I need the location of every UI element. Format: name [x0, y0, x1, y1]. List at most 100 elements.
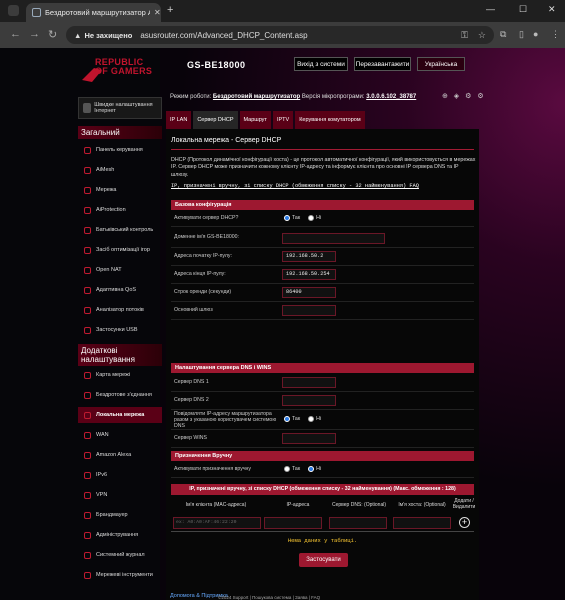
sidebar-item-lan[interactable]: Локальна мережа	[78, 407, 162, 423]
faq-link[interactable]: IP, призначені вручну, зі списку DHCP (о…	[171, 183, 419, 189]
vpn-icon	[84, 491, 91, 499]
host-input[interactable]	[393, 517, 451, 529]
tab-route[interactable]: Маршрут	[239, 111, 271, 129]
sidebar-item-ipv6[interactable]: IPv6	[78, 467, 162, 483]
maximize-icon[interactable]: ☐	[519, 4, 527, 15]
lan-icon	[84, 411, 91, 419]
dns1-row: Сервер DNS 1	[171, 374, 474, 392]
sidebar-item-parental[interactable]: Батьківський контроль	[78, 222, 162, 238]
new-tab-icon[interactable]: +	[167, 4, 173, 16]
sidebar-item-firewall[interactable]: Брандмауер	[78, 507, 162, 523]
sidebar-item-wireless[interactable]: Бездротове з'єднання	[78, 387, 162, 403]
sidepanel-icon[interactable]: ▯	[519, 29, 524, 40]
sidebar-item-usb[interactable]: Застосунки USB	[78, 322, 162, 338]
sidebar-item-syslog[interactable]: Системний журнал	[78, 547, 162, 563]
sidebar-item-label: Карта мережі	[96, 372, 131, 378]
extensions-icon[interactable]: ⧉	[500, 29, 506, 40]
tab-dhcp-server[interactable]: Сервер DHCP	[193, 111, 238, 129]
dns2-row: Сервер DNS 2	[171, 392, 474, 410]
close-window-icon[interactable]: ✕	[548, 4, 556, 15]
sidebar-item-network[interactable]: Мережа	[78, 182, 162, 198]
sidebar-item-admin[interactable]: Адміністрування	[78, 527, 162, 543]
alexa-icon	[84, 451, 91, 459]
firmware-link[interactable]: 3.0.0.6.102_38787	[366, 94, 416, 100]
general-section-title: Загальний	[78, 126, 162, 139]
sidebar-item-qos[interactable]: Адаптивна QoS	[78, 282, 162, 298]
advertise-label: Повідомляти IP-адресу маршрутизатора раз…	[174, 411, 277, 429]
wand-icon	[83, 103, 92, 113]
pool-end-input[interactable]: 192.168.50.254	[282, 269, 336, 280]
close-tab-icon[interactable]: ✕	[154, 8, 161, 17]
firewall-icon	[84, 511, 91, 519]
sidebar-item-aimesh[interactable]: AiMesh	[78, 162, 162, 178]
dns-input[interactable]	[329, 517, 387, 529]
tab-iptv[interactable]: IPTV	[272, 111, 294, 129]
domain-input[interactable]	[282, 233, 385, 244]
enable-manual-label: Активувати призначення вручну	[174, 466, 251, 472]
quick-setup-button[interactable]: Швидке налаштування Інтернет	[78, 97, 162, 119]
favicon-icon	[32, 8, 41, 17]
lease-input[interactable]: 86400	[282, 287, 336, 298]
sidebar-item-tools[interactable]: Мережеві інструменти	[78, 567, 162, 583]
profile-icon[interactable]: ●	[533, 29, 538, 39]
sidebar-item-dashboard[interactable]: Панель керування	[78, 142, 162, 158]
browser-tab[interactable]: Бездротовий маршрутизатор A ✕	[26, 3, 161, 22]
radio-yes[interactable]	[284, 215, 290, 221]
title-divider	[171, 149, 474, 150]
sidebar-item-traffic[interactable]: Аналізатор потоків	[78, 302, 162, 318]
radio-no[interactable]	[308, 466, 315, 472]
enable-dhcp-radio[interactable]: Так Ні	[284, 215, 321, 221]
sidebar-item-aiprotection[interactable]: AiProtection	[78, 202, 162, 218]
log-icon	[84, 551, 91, 559]
pool-start-label: Адреса початку IP-пулу:	[174, 253, 232, 259]
shield-icon	[84, 206, 91, 214]
globe-icon	[84, 431, 91, 439]
dns1-input[interactable]	[282, 377, 336, 388]
add-entry-button[interactable]: +	[459, 517, 470, 528]
mac-input[interactable]: ex: A0:A0:AF:46:22:20	[173, 517, 261, 529]
enable-manual-radio[interactable]: Так Ні	[284, 466, 321, 472]
sidebar-item-open-nat[interactable]: Open NAT	[78, 262, 162, 278]
sidebar-item-alexa[interactable]: Amazon Alexa	[78, 447, 162, 463]
address-bar[interactable]: ▲ Не захищено asusrouter.com/Advanced_DH…	[66, 26, 494, 44]
sidebar-item-label: Аналізатор потоків	[96, 307, 144, 313]
radio-no[interactable]	[308, 215, 315, 221]
tab-search-icon[interactable]	[8, 5, 19, 16]
dns2-input[interactable]	[282, 395, 336, 406]
radio-yes[interactable]	[284, 416, 290, 422]
mode-link[interactable]: Бездротовий маршрутизатор	[213, 94, 300, 100]
status-icons[interactable]: ⊕ ◈ ⚙ ⚙	[442, 92, 486, 100]
menu-icon[interactable]: ⋮	[551, 29, 560, 40]
footer-links[interactable]: ©2024 Support | Пошукова система | Заява…	[218, 595, 320, 600]
nat-icon	[84, 266, 91, 274]
radio-no[interactable]	[308, 416, 315, 422]
bookmark-star-icon[interactable]: ☆	[478, 30, 486, 41]
sidebar-item-network-map[interactable]: Карта мережі	[78, 367, 162, 383]
radio-no-label: Ні	[316, 215, 321, 221]
apply-button[interactable]: Застосувати	[299, 553, 348, 567]
wins-input[interactable]	[282, 433, 336, 444]
gateway-input[interactable]	[282, 305, 336, 316]
ip-input[interactable]	[264, 517, 322, 529]
tab-ip-lan[interactable]: IP LAN	[166, 111, 192, 129]
col-host: Ім'я хоста: (Optional)	[398, 502, 446, 508]
minimize-icon[interactable]: —	[486, 4, 495, 14]
language-select[interactable]: Українська	[417, 57, 465, 71]
sidebar-item-game-boost[interactable]: Засіб оптимізації ігор	[78, 242, 162, 258]
logout-button[interactable]: Вихід з системи	[294, 57, 348, 71]
sidebar-item-vpn[interactable]: VPN	[78, 487, 162, 503]
tab-switch-control[interactable]: Керування комутатором	[295, 111, 365, 129]
reboot-button[interactable]: Перезавантажити	[354, 57, 411, 71]
map-icon	[84, 371, 91, 379]
reload-icon[interactable]: ↻	[48, 28, 57, 41]
back-icon[interactable]: ←	[10, 28, 21, 40]
sidebar-item-wan[interactable]: WAN	[78, 427, 162, 443]
sidebar-item-label: Системний журнал	[96, 552, 145, 558]
forward-icon[interactable]: →	[29, 28, 40, 40]
advertise-radio[interactable]: Так Ні	[284, 416, 321, 422]
pool-start-input[interactable]: 192.168.50.2	[282, 251, 336, 262]
radio-yes[interactable]	[284, 466, 290, 472]
key-icon[interactable]: ⚿	[461, 30, 468, 41]
page-title: Локальна мережа - Сервер DHCP	[171, 137, 282, 144]
domain-row: Доменне ім'я GS-BE18000:	[171, 228, 474, 248]
